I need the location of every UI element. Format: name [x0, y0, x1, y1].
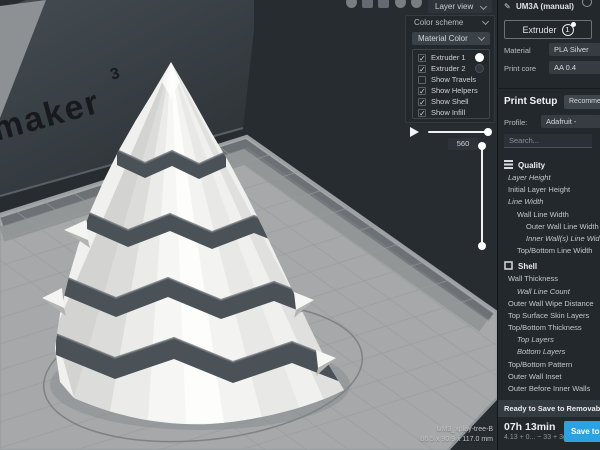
setting-bottom-layers[interactable]: Bottom Layers [498, 346, 600, 358]
chevron-down-icon [482, 18, 489, 25]
material-select[interactable]: PLA Silver [549, 43, 600, 56]
view-mode-select[interactable]: Layer view [428, 0, 492, 13]
view-option-show-travels[interactable]: Show Travels [413, 74, 489, 85]
settings-list: Quality Layer HeightInitial Layer HeightL… [498, 156, 600, 395]
profile-label: Profile: [504, 118, 527, 127]
material-color-dot [571, 22, 576, 27]
setting-top-surface-skin-layers[interactable]: Top Surface Skin Layers [498, 310, 600, 322]
setting-outer-wall-line-width[interactable]: Outer Wall Line Width [498, 221, 600, 233]
3d-viewport[interactable]: maker 3 [0, 0, 497, 450]
view-option-show-infill[interactable]: ✓ Show Infill [413, 107, 489, 118]
setting-top-bottom-thickness[interactable]: Top/Bottom Thickness [498, 322, 600, 334]
checkbox[interactable]: ✓ [418, 54, 426, 62]
extruder-button[interactable]: Extruder 1 [504, 20, 592, 39]
layer-slider-track[interactable] [481, 146, 483, 246]
settings-category-shell[interactable]: Shell [498, 259, 600, 273]
divider [498, 88, 600, 89]
setting-initial-layer-height[interactable]: Initial Layer Height [498, 184, 600, 196]
checkbox[interactable]: ✓ [418, 98, 426, 106]
status-message: Ready to Save to Removable Drive [498, 400, 600, 417]
setting-wall-line-width[interactable]: Wall Line Width [498, 209, 600, 221]
material-swatch [475, 53, 484, 62]
view-options-list: ✓ Extruder 1 ✓ Extruder 2 Show Travels ✓ Show … [412, 49, 490, 119]
toolbar-icon-2[interactable] [362, 0, 373, 8]
profile-select[interactable]: Adafruit - [541, 115, 600, 128]
checkbox[interactable] [418, 76, 426, 84]
layer-slider-bottom-handle[interactable] [478, 242, 486, 250]
model-info: UM3_xplay-tree-B 86.5 x 90.9 x 117.0 mm [420, 425, 493, 445]
setting-top-layers[interactable]: Top Layers [498, 334, 600, 346]
checkbox[interactable]: ✓ [418, 65, 426, 73]
view-option-show-helpers[interactable]: ✓ Show Helpers [413, 85, 489, 96]
search-input[interactable]: Search... [504, 134, 592, 148]
color-scheme-dropdown[interactable]: Material Color [412, 32, 490, 45]
animation-slider-track[interactable] [428, 131, 488, 133]
view-option-label: Extruder 2 [431, 64, 466, 73]
printcore-label: Print core [504, 64, 536, 73]
pencil-icon: ✎ [504, 2, 511, 11]
chevron-down-icon [480, 3, 487, 10]
setting-wall-line-count[interactable]: Wall Line Count [498, 286, 600, 298]
setting-layer-height[interactable]: Layer Height [498, 172, 600, 184]
printcore-select[interactable]: AA 0.4 [549, 61, 600, 74]
sidebar: ✎ UM3A (manual) Extruder 1 Material PLA … [497, 0, 600, 450]
view-option-label: Show Helpers [431, 86, 478, 95]
view-option-label: Show Travels [431, 75, 476, 84]
view-option-label: Show Infill [431, 108, 465, 117]
toolbar-icon-3[interactable] [378, 0, 389, 8]
settings-category-quality[interactable]: Quality [498, 158, 600, 172]
application-window: maker 3 [0, 0, 600, 450]
animation-slider-handle[interactable] [484, 128, 492, 136]
material-estimate: 4.13 + 0... ~ 33 + 3g [504, 434, 567, 441]
view-option-label: Extruder 1 [431, 53, 466, 62]
printer-name: ✎ UM3A (manual) [504, 2, 574, 11]
layer-slider-top-handle[interactable] [478, 142, 486, 150]
setting-line-width[interactable]: Line Width [498, 196, 600, 208]
model-name: UM3_xplay-tree-B [420, 425, 493, 435]
model-dimensions: 86.5 x 90.9 x 117.0 mm [420, 435, 493, 445]
extruder-number-badge: 1 [562, 24, 574, 36]
setup-mode-button[interactable]: Recommended [564, 95, 600, 109]
setting-inner-wall-s-line-width[interactable]: Inner Wall(s) Line Width [498, 233, 600, 245]
setting-top-bottom-line-width[interactable]: Top/Bottom Line Width [498, 245, 600, 257]
chevron-down-icon [478, 34, 485, 41]
setting-wall-thickness[interactable]: Wall Thickness [498, 273, 600, 285]
play-button[interactable] [410, 127, 419, 137]
material-label: Material [504, 46, 531, 55]
color-scheme-header[interactable]: Color scheme [406, 16, 494, 30]
checkbox[interactable]: ✓ [418, 87, 426, 95]
category-title: Quality [518, 161, 545, 170]
printer-status-icon[interactable] [582, 0, 592, 7]
category-title: Shell [518, 262, 537, 271]
print-time-estimate: 07h 13min [504, 421, 555, 433]
view-option-extruder-1[interactable]: ✓ Extruder 1 [413, 52, 489, 63]
view-option-extruder-2[interactable]: ✓ Extruder 2 [413, 63, 489, 74]
setting-top-bottom-pattern[interactable]: Top/Bottom Pattern [498, 359, 600, 371]
print-setup-title: Print Setup [504, 96, 557, 107]
view-mode-label: Layer view [435, 2, 473, 11]
current-layer-label: 560 [448, 138, 478, 150]
view-options-panel: Color scheme Material Color ✓Extruder 1✓… [405, 15, 495, 123]
setting-outer-wall-inset[interactable]: Outer Wall Inset [498, 371, 600, 383]
setting-outer-before-inner-walls[interactable]: Outer Before Inner Walls [498, 383, 600, 395]
material-swatch [475, 64, 484, 73]
checkbox[interactable]: ✓ [418, 109, 426, 117]
view-option-show-shell[interactable]: ✓ Show Shell [413, 96, 489, 107]
view-option-label: Show Shell [431, 97, 469, 106]
save-button[interactable]: Save to [564, 421, 600, 442]
setting-outer-wall-wipe-distance[interactable]: Outer Wall Wipe Distance [498, 298, 600, 310]
